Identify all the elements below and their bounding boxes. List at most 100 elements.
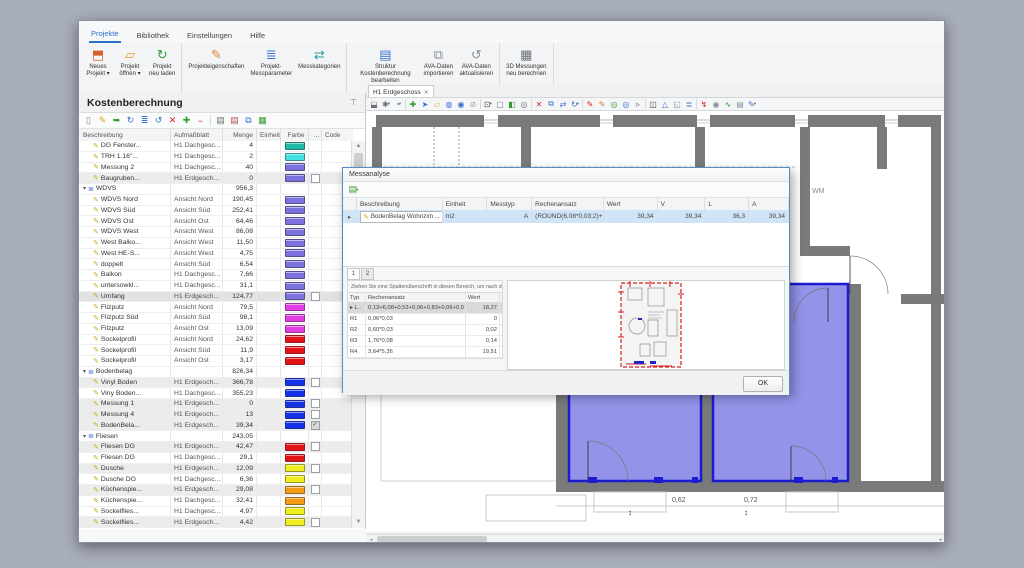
table-row[interactable]: ✎doppeltAnsicht Süd6,54 (79, 259, 353, 270)
messkategorien-button[interactable]: ⇄Messkategorien (296, 45, 342, 72)
table-row[interactable]: ✎Messung 1H1 Erdgesch...0 (79, 399, 353, 410)
table-row[interactable]: ✎FlizputzAnsicht Nord79,5 (79, 302, 353, 313)
expand-caret-icon[interactable]: ▾ (83, 185, 86, 192)
scroll-left-icon[interactable]: ◂ (366, 535, 376, 543)
row-checkbox[interactable] (311, 399, 320, 408)
pin-icon[interactable]: ⊤ (350, 98, 357, 107)
expand-caret-icon[interactable]: ▾ (83, 433, 86, 440)
scroll-up-icon[interactable]: ▲ (352, 141, 365, 152)
column-header-beschreibung[interactable]: Beschreibung (357, 198, 443, 210)
table-row[interactable]: ✎West Balko...Ansicht West11,50 (79, 238, 353, 249)
column-header-typ[interactable]: Typ (348, 293, 366, 302)
table-row[interactable]: ✎WDVS NordAnsicht Nord190,45 (79, 195, 353, 206)
column-header-rechenansatz[interactable]: Rechenansatz (532, 198, 604, 210)
dialog-tab-1[interactable]: 1 (347, 268, 360, 280)
table-row[interactable]: ✎SockelprofilAnsicht Ost3,17 (79, 356, 353, 367)
group-row[interactable]: ▾≣Bodenbelag826,34 (79, 367, 353, 378)
table-row[interactable]: ✎Fliesen DGH1 Erdgesch...42,47 (79, 442, 353, 453)
sync-icon[interactable]: ↺ (152, 114, 165, 127)
table-row[interactable]: ✎WDVS SüdAnsicht Süd252,41 (79, 206, 353, 217)
dialog-title-bar[interactable]: Messanalyse (343, 168, 789, 182)
row-checkbox[interactable] (311, 518, 320, 527)
table-row[interactable]: ✎West HE-S...Ansicht West4,75 (79, 249, 353, 260)
table-row[interactable]: ✎Messung 4H1 Erdgesch...13 (79, 410, 353, 421)
refresh-icon[interactable]: ↻▾ (569, 98, 581, 110)
group-row[interactable]: ▾≣Fliesen243,05 (79, 431, 353, 442)
export-icon[interactable]: ➥ (110, 114, 123, 127)
menu-bibliothek[interactable]: Bibliothek (135, 28, 172, 43)
new-document-icon[interactable]: ▯ (82, 114, 95, 127)
add-icon[interactable]: ✚ (180, 114, 193, 127)
zoom-blue-icon[interactable]: ◎ (620, 98, 632, 110)
column-header-beschreibung[interactable]: Beschreibung (79, 129, 171, 141)
formula-row[interactable]: ▸ L..0,13+6,08+0,53+0,06+0,83+0,06+0,57 … (348, 303, 502, 314)
north-arrow-icon[interactable]: △ (659, 98, 671, 110)
table-icon[interactable]: ▦ (256, 114, 269, 127)
row-checkbox[interactable]: ✓ (311, 421, 320, 430)
column-header-einheit[interactable]: Einheit (257, 129, 281, 141)
neues-projekt-button[interactable]: ⬒Neues Projekt ▾ (83, 45, 113, 79)
projekt-neu-laden-button[interactable]: ↻Projekt neu laden (147, 45, 177, 79)
magnifier-icon[interactable]: ◎ (518, 98, 530, 110)
copy-icon[interactable]: ⧉ (242, 114, 255, 127)
delete-icon[interactable]: ✕ (533, 98, 545, 110)
table-row[interactable]: ✎Messung 2H1 Dachgesc...40 (79, 163, 353, 174)
delete-icon[interactable]: ✕ (166, 114, 179, 127)
monitor-icon[interactable]: ⊡▾ (482, 98, 494, 110)
ava-daten-importieren-button[interactable]: ⧉AVA-Daten importieren (421, 45, 455, 79)
table-row[interactable]: ✎untersowkl...H1 Dachgesc...31,1 (79, 281, 353, 292)
open-folder-icon[interactable]: ▱ (431, 98, 443, 110)
formula-grid-header[interactable]: TypRechenansatzWert (347, 293, 503, 303)
menu-einstellungen[interactable]: Einstellungen (185, 28, 234, 43)
column-header-a[interactable]: A (749, 198, 789, 210)
column-header-v[interactable]: V (658, 198, 706, 210)
ok-button[interactable]: OK (743, 376, 783, 392)
eye-icon[interactable]: ◉ (710, 98, 722, 110)
measure-orange-icon[interactable]: ✎ (596, 98, 608, 110)
scroll-down-icon[interactable]: ▼ (352, 517, 365, 528)
column-header-wert[interactable]: Wert (466, 293, 500, 302)
ava-daten-aktualisieren-button[interactable]: ↺AVA-Daten aktualisieren (457, 45, 495, 79)
table-row[interactable]: ✎DG Fenster...H1 Dachgesc...4 (79, 141, 353, 152)
table-row[interactable]: ✎DuscheH1 Erdgesch...12,09 (79, 464, 353, 475)
menu-hilfe[interactable]: Hilfe (248, 28, 267, 43)
row-checkbox[interactable] (311, 485, 320, 494)
formula-row[interactable]: R31,76*0,080,14 (348, 336, 502, 347)
swap-icon[interactable]: ⇄ (557, 98, 569, 110)
select-cursor-icon[interactable]: ➤ (419, 98, 431, 110)
duplicate-icon[interactable]: ⧉ (545, 98, 557, 110)
struktur-kostenberechnung-bearbeiten-button[interactable]: ▤Struktur Kostenberechnung bearbeiten (351, 45, 419, 86)
table-row[interactable]: ✎FilzputzAnsicht Ost13,09 (79, 324, 353, 335)
column-header-code[interactable]: Code (322, 129, 353, 141)
report-icon[interactable]: ▤ (734, 98, 746, 110)
projekteigenschaften-button[interactable]: ✎Projekteigenschaften (186, 45, 246, 72)
canvas-horizontal-scrollbar[interactable]: ◂ ▸ (366, 534, 945, 543)
chart-icon[interactable]: ∿ (722, 98, 734, 110)
column-header-aufmaßblatt[interactable]: Aufmaßblatt (171, 129, 223, 141)
print-cancel-icon[interactable]: ▤ (228, 114, 241, 127)
disabled-icon[interactable]: ⊘ (467, 98, 479, 110)
settings-icon[interactable]: ✱▾ (380, 98, 392, 110)
screen-icon[interactable]: ◧ (506, 98, 518, 110)
row-checkbox[interactable] (311, 410, 320, 419)
user-icon[interactable]: ◉ (455, 98, 467, 110)
table-row[interactable]: ✎SockelprofilAnsicht Nord24,62 (79, 335, 353, 346)
row-checkbox[interactable] (311, 442, 320, 451)
scroll-right-icon[interactable]: ▸ (936, 535, 945, 543)
table-row[interactable]: ✎Küchenspie...H1 Erdgesch...29,08 (79, 485, 353, 496)
flash-icon[interactable]: ↯ (698, 98, 710, 110)
refresh-icon[interactable]: ↻ (124, 114, 137, 127)
formula-row[interactable]: R43,64*5,3619,51 (348, 347, 502, 358)
remove-icon[interactable]: − (194, 114, 207, 127)
zoom-green-icon[interactable]: ◎ (608, 98, 620, 110)
print-icon[interactable]: ▤ (214, 114, 227, 127)
table-row[interactable]: ✎WDVS WestAnsicht West86,08 (79, 227, 353, 238)
3d-messungen-neu-berechnen-button[interactable]: ▦3D Messungen neu berechnen (504, 45, 548, 79)
row-checkbox[interactable] (311, 174, 320, 183)
bw-view-icon[interactable]: ◫ (647, 98, 659, 110)
table-row[interactable]: ✎UmfangH1 Erdgesch...124,77 (79, 292, 353, 303)
table-row[interactable]: ✎Fliesen DGH1 Dachgesc...29,1 (79, 453, 353, 464)
table-row[interactable]: ✎Baugruben...H1 Erdgesch...0 (79, 173, 353, 184)
structure-list-icon[interactable]: ≣ (138, 114, 151, 127)
row-checkbox[interactable] (311, 378, 320, 387)
